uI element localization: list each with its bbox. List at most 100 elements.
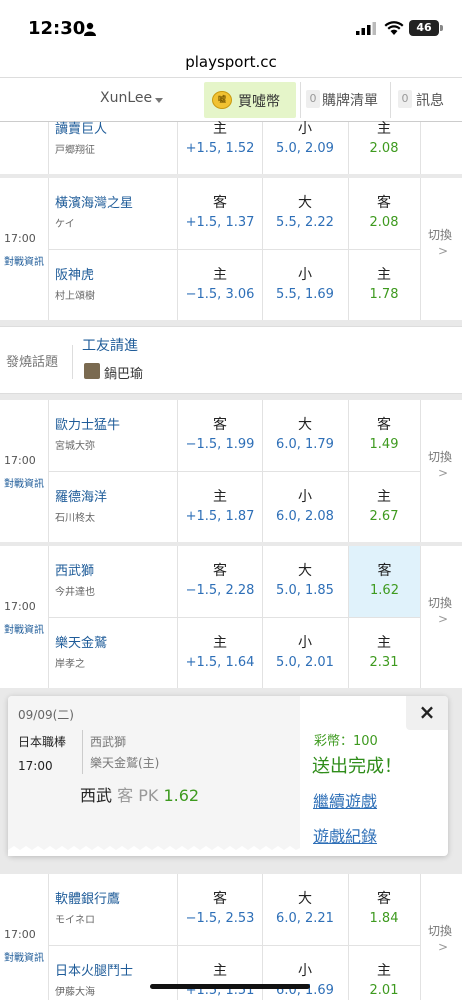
signal-icon — [356, 22, 376, 35]
hot-topic-label: 發燒話題 — [6, 355, 59, 370]
ticket-time: 17:00 — [18, 759, 53, 773]
ticket-away-team: 西武獅 — [90, 735, 127, 749]
moneyline-odds-cell[interactable]: 主 1.78 — [348, 250, 420, 302]
status-bar: 12:30 46 — [0, 0, 462, 50]
game-row: 西武獅 今井達也 客 −1.5, 2.28 大 5.0, 1.85 客 1.62 — [0, 546, 462, 617]
moneyline-odds-cell[interactable]: 客 2.08 — [348, 178, 420, 230]
game-row: 樂天金鷲 岸孝之 主 +1.5, 1.64 小 5.0, 2.01 主 2.31 — [0, 618, 462, 688]
hot-topic-title[interactable]: 工友請進 — [82, 335, 138, 355]
team-name[interactable]: 歐力士猛牛 — [55, 414, 120, 433]
switch-button[interactable]: 切換 — [428, 594, 452, 611]
team-name[interactable]: 軟體銀行鷹 — [55, 888, 120, 907]
total-odds-cell[interactable]: 大 5.5, 2.22 — [262, 178, 348, 230]
person-icon — [84, 22, 96, 36]
home-indicator[interactable] — [150, 984, 310, 989]
total-odds-cell[interactable]: 大 6.0, 1.79 — [262, 400, 348, 452]
author-avatar — [84, 363, 100, 379]
game-row: 羅德海洋 石川柊太 主 +1.5, 1.87 小 6.0, 2.08 主 2.6… — [0, 472, 462, 542]
hot-topic-bar: 發燒話題 工友請進 鍋巴瑜 — [0, 326, 462, 394]
pitcher-name: ケイ — [55, 219, 75, 230]
pitcher-name: 石川柊太 — [55, 513, 95, 524]
spread-odds-cell[interactable]: 主 +1.5, 1.52 — [178, 104, 262, 156]
game-row: 阪神虎 村上頌樹 主 −1.5, 3.06 小 5.5, 1.69 主 1.78 — [0, 250, 462, 320]
pitcher-name: 村上頌樹 — [55, 291, 95, 302]
moneyline-odds-cell[interactable]: 主 2.01 — [348, 946, 420, 998]
team-name[interactable]: 羅德海洋 — [55, 486, 107, 505]
continue-game-link[interactable]: 繼續遊戲 — [313, 788, 377, 812]
wifi-icon — [384, 21, 404, 35]
pick-line: PK — [138, 786, 159, 805]
game-block: 17:00 對戰資訊 軟體銀行鷹 モイネロ 客 −1.5, 2.53 大 6.0… — [0, 874, 462, 1000]
spread-odds-cell[interactable]: 主 +1.5, 1.87 — [178, 472, 262, 524]
switch-button[interactable]: 切換 — [428, 226, 452, 243]
game-row: 歐力士猛牛 宮城大弥 客 −1.5, 1.99 大 6.0, 1.79 客 1.… — [0, 400, 462, 470]
status-time: 12:30 — [28, 18, 86, 39]
game-row: 讀賣巨人 戸郷翔征 主 +1.5, 1.52 小 5.0, 2.09 主 2.0… — [0, 104, 462, 174]
spread-odds-cell[interactable]: 主 −1.5, 3.06 — [178, 250, 262, 302]
total-odds-cell[interactable]: 小 5.0, 2.01 — [262, 618, 348, 670]
pitcher-name: 今井達也 — [55, 587, 95, 598]
pitcher-name: 戸郷翔征 — [55, 145, 95, 156]
total-odds-cell[interactable]: 大 6.0, 2.21 — [262, 874, 348, 926]
game-row: 日本火腿鬥士 伊藤大海 主 +1.5, 1.51 小 6.0, 1.69 主 2… — [0, 946, 462, 1000]
team-name[interactable]: 樂天金鷲 — [55, 632, 107, 651]
moneyline-odds-cell[interactable]: 主 2.67 — [348, 472, 420, 524]
spread-odds-cell[interactable]: 主 +1.5, 1.51 — [178, 946, 262, 998]
submit-complete-message: 送出完成！ — [312, 756, 402, 777]
chevron-right-icon[interactable]: > — [438, 244, 448, 258]
switch-button[interactable]: 切換 — [428, 448, 452, 465]
pick-side: 客 — [117, 786, 134, 805]
screen: 12:30 46 playsport.cc XunLee 噓 買噓幣 0 購牌清… — [0, 0, 462, 1000]
chevron-right-icon[interactable]: > — [438, 466, 448, 480]
total-odds-cell[interactable]: 小 6.0, 2.08 — [262, 472, 348, 524]
total-odds-cell[interactable]: 小 6.0, 1.69 — [262, 946, 348, 998]
chevron-down-icon[interactable] — [155, 98, 163, 103]
team-name[interactable]: 西武獅 — [55, 560, 94, 579]
spread-odds-cell[interactable]: 客 −1.5, 2.53 — [178, 874, 262, 926]
team-name[interactable]: 日本火腿鬥士 — [55, 960, 133, 979]
team-name[interactable]: 阪神虎 — [55, 264, 94, 283]
moneyline-odds-cell[interactable]: 主 2.31 — [348, 618, 420, 670]
moneyline-odds-cell[interactable]: 主 2.08 — [348, 104, 420, 156]
spread-odds-cell[interactable]: 客 −1.5, 2.28 — [178, 546, 262, 598]
url-bar[interactable]: playsport.cc — [0, 50, 462, 78]
pick-team: 西武 — [80, 786, 113, 805]
spread-odds-cell[interactable]: 客 −1.5, 1.99 — [178, 400, 262, 452]
battery-icon: 46 — [409, 20, 439, 36]
game-row: 軟體銀行鷹 モイネロ 客 −1.5, 2.53 大 6.0, 2.21 客 1.… — [0, 874, 462, 944]
game-block: 讀賣巨人 戸郷翔征 主 +1.5, 1.52 小 5.0, 2.09 主 2.0… — [0, 121, 462, 174]
ticket-edge-decoration — [8, 846, 300, 856]
chevron-right-icon[interactable]: > — [438, 940, 448, 954]
ticket-pick: 西武 客 PK 1.62 — [80, 782, 199, 806]
chevron-right-icon[interactable]: > — [438, 612, 448, 626]
game-block: 17:00 對戰資訊 西武獅 今井達也 客 −1.5, 2.28 大 5.0, … — [0, 546, 462, 688]
pitcher-name: 宮城大弥 — [55, 441, 95, 452]
spread-odds-cell[interactable]: 主 +1.5, 1.64 — [178, 618, 262, 670]
total-odds-cell[interactable]: 小 5.0, 2.09 — [262, 104, 348, 156]
pitcher-name: モイネロ — [55, 915, 95, 926]
author-name[interactable]: 鍋巴瑜 — [104, 363, 143, 382]
game-block: 17:00 對戰資訊 橫濱海灣之星 ケイ 客 +1.5, 1.37 大 5.5,… — [0, 178, 462, 320]
bet-confirmation-ticket: 09/09(二) 日本職棒 17:00 西武獅 樂天金鷲(主) 西武 客 PK … — [8, 696, 448, 856]
switch-button[interactable]: 切換 — [428, 922, 452, 939]
spread-odds-cell[interactable]: 客 +1.5, 1.37 — [178, 178, 262, 230]
battery-tip — [440, 25, 443, 31]
pitcher-name: 伊藤大海 — [55, 987, 95, 998]
game-row: 橫濱海灣之星 ケイ 客 +1.5, 1.37 大 5.5, 2.22 客 2.0… — [0, 178, 462, 248]
ticket-detail: 09/09(二) 日本職棒 17:00 西武獅 樂天金鷲(主) 西武 客 PK … — [8, 696, 300, 856]
moneyline-odds-cell-selected[interactable]: 客 1.62 — [349, 546, 420, 617]
ticket-date: 09/09(二) — [18, 708, 74, 722]
pitcher-name: 岸孝之 — [55, 659, 85, 670]
moneyline-odds-cell[interactable]: 客 1.84 — [348, 874, 420, 926]
coin-balance: 彩幣：100 — [314, 734, 378, 749]
game-history-link[interactable]: 遊戲紀錄 — [313, 823, 377, 847]
total-odds-cell[interactable]: 大 5.0, 1.85 — [262, 546, 348, 598]
total-odds-cell[interactable]: 小 5.5, 1.69 — [262, 250, 348, 302]
moneyline-odds-cell[interactable]: 客 1.49 — [348, 400, 420, 452]
ticket-league: 日本職棒 — [18, 735, 67, 749]
team-name[interactable]: 讀賣巨人 — [55, 118, 107, 137]
close-icon[interactable]: × — [406, 696, 448, 730]
game-block: 17:00 對戰資訊 歐力士猛牛 宮城大弥 客 −1.5, 1.99 大 6.0… — [0, 400, 462, 542]
team-name[interactable]: 橫濱海灣之星 — [55, 192, 133, 211]
pick-odds: 1.62 — [163, 786, 200, 805]
